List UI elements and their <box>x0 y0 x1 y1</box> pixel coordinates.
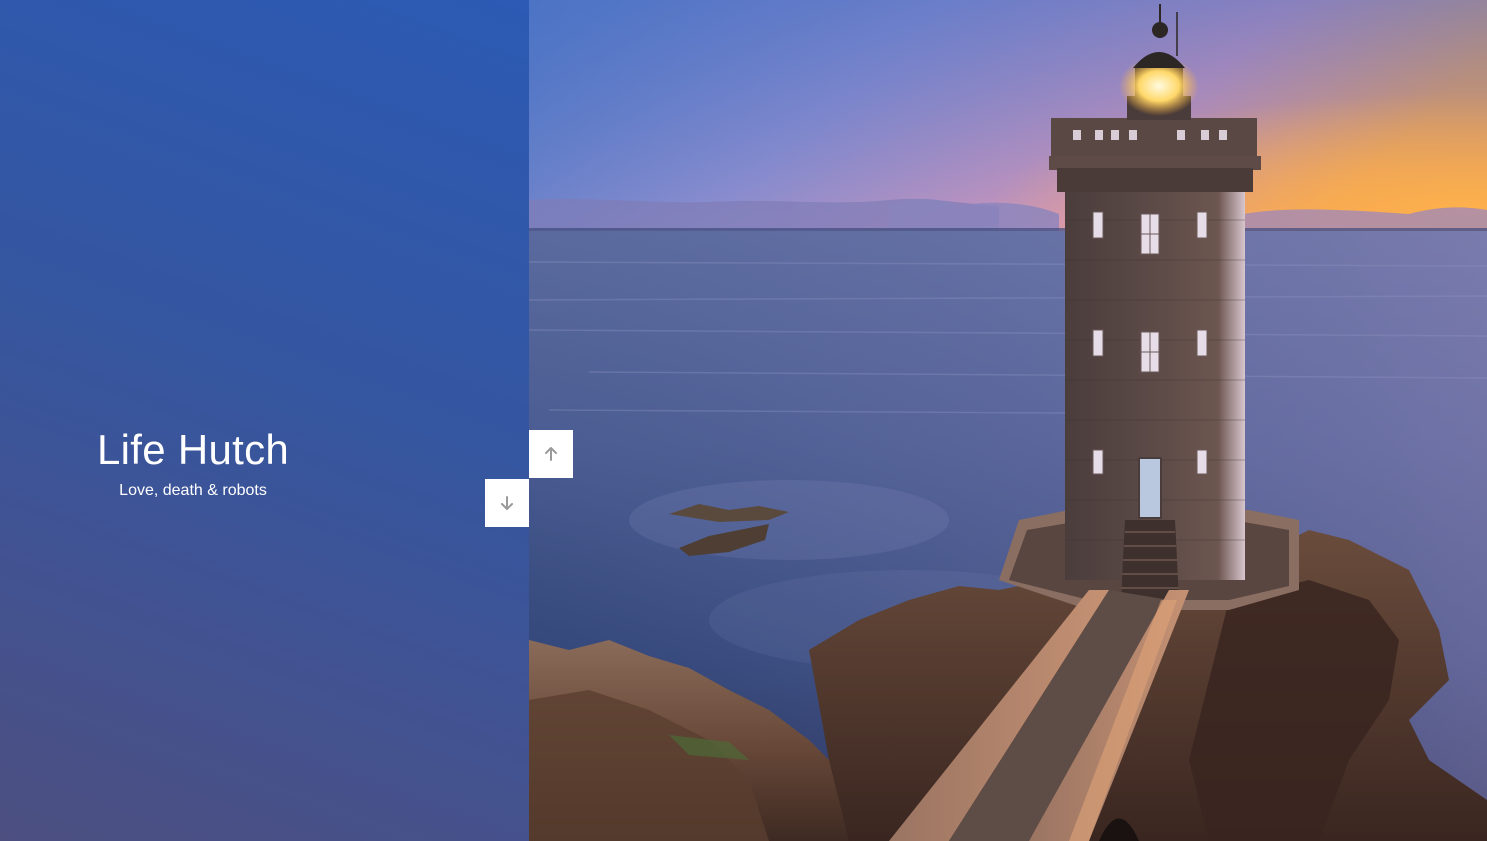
hero-image <box>529 0 1487 841</box>
arrow-up-icon <box>545 447 557 461</box>
site-title[interactable]: Life Hutch <box>0 425 386 475</box>
title-block: Life Hutch Love, death & robots <box>0 425 386 501</box>
page: Life Hutch Love, death & robots <box>0 0 1487 841</box>
sidebar-panel: Life Hutch Love, death & robots <box>0 0 529 841</box>
lighthouse-scene <box>529 0 1487 841</box>
arrow-down-icon <box>501 496 513 510</box>
scroll-down-button[interactable] <box>485 479 529 527</box>
scroll-up-button[interactable] <box>529 430 573 478</box>
site-tagline: Love, death & robots <box>119 482 267 499</box>
